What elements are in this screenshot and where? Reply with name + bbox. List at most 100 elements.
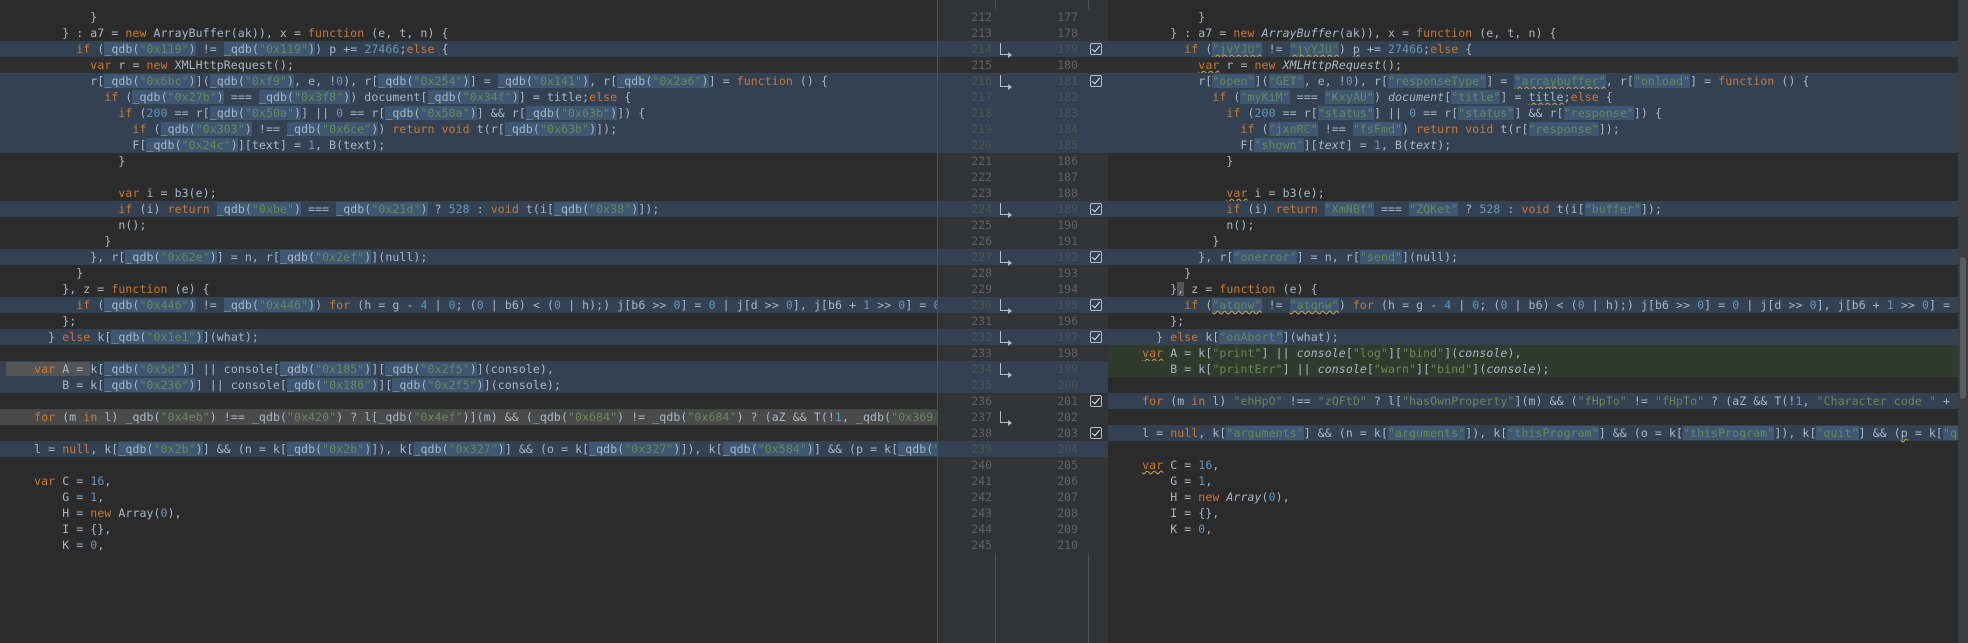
accept-change-checkbox-icon[interactable]	[1090, 203, 1102, 215]
right-code-line[interactable]: }, z = function (e) {	[1108, 281, 1968, 297]
right-code-line[interactable]: if ("jvYJU" != "jvYJU") p += 27466;else …	[1108, 41, 1968, 57]
vertical-scrollbar[interactable]	[1958, 0, 1968, 643]
line-number-right: 187	[1057, 170, 1078, 184]
line-number-left: 214	[971, 42, 992, 56]
merge-arrow-icon[interactable]	[1000, 411, 1012, 426]
merge-arrow-icon[interactable]	[1000, 203, 1012, 218]
left-code-line[interactable]: }	[0, 233, 938, 249]
left-code-line[interactable]: }	[0, 153, 938, 169]
right-code-line[interactable]: G = 1,	[1108, 473, 1968, 489]
right-code-pane[interactable]: } } : a7 = new ArrayBuffer(ak)), x = fun…	[1108, 0, 1968, 643]
left-code-line[interactable]: }, r[_qdb("0x62e")] = n, r[_qdb("0x2ef")…	[0, 249, 938, 265]
right-code-line[interactable]: var C = 16,	[1108, 457, 1968, 473]
right-code-line[interactable]: }	[1108, 9, 1968, 25]
left-code-line[interactable]: if (i) return _qdb("0xbe") === _qdb("0x2…	[0, 201, 938, 217]
right-code-line[interactable]: if ("myKiM" === "KxyAU") document["title…	[1108, 89, 1968, 105]
left-code-line[interactable]: if (_qdb("0x446") != _qdb("0x446")) for …	[0, 297, 938, 313]
left-code-line[interactable]: F[_qdb("0x24c")][text] = 1, B(text);	[0, 137, 938, 153]
left-code-line[interactable]: K = 0,	[0, 537, 938, 553]
right-code-line[interactable]: I = {},	[1108, 505, 1968, 521]
right-code-line[interactable]: }	[1108, 153, 1968, 169]
right-code-line[interactable]: var r = new XMLHttpRequest();	[1108, 57, 1968, 73]
left-code-line[interactable]: if (200 == r[_qdb("0x50a")] || 0 == r[_q…	[0, 105, 938, 121]
left-code-line[interactable]: r[_qdb("0x6bc")](_qdb("0xf9"), e, !0), r…	[0, 73, 938, 89]
left-code-line[interactable]: I = {},	[0, 521, 938, 537]
left-code-line[interactable]: }	[0, 265, 938, 281]
right-code-line[interactable]: for (m in l) "ehHpO" !== "zQFtD" ? l["ha…	[1108, 393, 1968, 409]
line-number-left: 213	[971, 26, 992, 40]
accept-change-checkbox-icon[interactable]	[1090, 299, 1102, 311]
left-code-line[interactable]: if (_qdb("0x303") !== _qdb("0x6ce")) ret…	[0, 121, 938, 137]
right-code-line[interactable]: } else k["onAbort"](what);	[1108, 329, 1968, 345]
right-code-line[interactable]: if ("atqnw" != "atqnw") for (h = g - 4 |…	[1108, 297, 1968, 313]
right-code-line[interactable]: if (200 == r["status"] || 0 == r["status…	[1108, 105, 1968, 121]
accept-change-checkbox-icon[interactable]	[1090, 43, 1102, 55]
right-code-line[interactable]	[1108, 377, 1968, 393]
left-code-line[interactable]: B = k[_qdb("0x236")] || console[_qdb("0x…	[0, 377, 938, 393]
right-code-line[interactable]: } : a7 = new ArrayBuffer(ak)), x = funct…	[1108, 25, 1968, 41]
merge-arrow-icon[interactable]	[1000, 251, 1012, 266]
left-code-line[interactable]: var r = new XMLHttpRequest();	[0, 57, 938, 73]
right-code-line[interactable]: }	[1108, 233, 1968, 249]
right-code-line[interactable]: }, r["onerror"] = n, r["send"](null);	[1108, 249, 1968, 265]
left-code-line[interactable]: var A = k[_qdb("0x5d")] || console[_qdb(…	[0, 361, 938, 377]
merge-arrow-icon[interactable]	[1000, 299, 1012, 314]
right-code-line[interactable]: n();	[1108, 217, 1968, 233]
left-code-line[interactable]	[0, 457, 938, 473]
merge-arrow-icon[interactable]	[1000, 331, 1012, 346]
left-code-line[interactable]: var i = b3(e);	[0, 185, 938, 201]
right-code-line[interactable]	[1108, 169, 1968, 185]
line-number-right: 185	[1057, 138, 1078, 152]
accept-change-checkbox-icon[interactable]	[1090, 427, 1102, 439]
right-code-line[interactable]: var A = k["print"] || console["log"]["bi…	[1108, 345, 1968, 361]
left-code-line[interactable]	[0, 425, 938, 441]
line-number-right: 201	[1057, 394, 1078, 408]
left-code-line[interactable]: }	[0, 9, 938, 25]
left-code-pane[interactable]: } } : a7 = new ArrayBuffer(ak)), x = fun…	[0, 0, 938, 643]
left-code-line[interactable]	[0, 345, 938, 361]
right-code-line[interactable]: K = 0,	[1108, 521, 1968, 537]
right-code-line[interactable]	[1108, 409, 1968, 425]
line-number-left: 242	[971, 490, 992, 504]
line-number-right: 194	[1057, 282, 1078, 296]
line-number-right: 193	[1057, 266, 1078, 280]
left-code-line[interactable]: };	[0, 313, 938, 329]
right-code-line[interactable]: l = null, k["arguments"] && (n = k["argu…	[1108, 425, 1968, 441]
line-number-right: 183	[1057, 106, 1078, 120]
right-code-line[interactable]: }	[1108, 265, 1968, 281]
right-code-line[interactable]: var i = b3(e);	[1108, 185, 1968, 201]
left-code-line[interactable]: } else k[_qdb("0x1e1")](what);	[0, 329, 938, 345]
line-number-left: 239	[971, 442, 992, 456]
line-number-right: 180	[1057, 58, 1078, 72]
right-code-line[interactable]: H = new Array(0),	[1108, 489, 1968, 505]
left-code-line[interactable]	[0, 169, 938, 185]
left-code-line[interactable]: G = 1,	[0, 489, 938, 505]
accept-change-checkbox-icon[interactable]	[1090, 75, 1102, 87]
left-code-line[interactable]	[0, 393, 938, 409]
left-code-line[interactable]: l = null, k[_qdb("0x2b")] && (n = k[_qdb…	[0, 441, 938, 457]
left-code-line[interactable]: var C = 16,	[0, 473, 938, 489]
vertical-scrollbar-thumb[interactable]	[1960, 257, 1966, 399]
left-code-line[interactable]: n();	[0, 217, 938, 233]
right-code-line[interactable]: B = k["printErr"] || console["warn"]["bi…	[1108, 361, 1968, 377]
left-code-line[interactable]: }, z = function (e) {	[0, 281, 938, 297]
accept-change-checkbox-icon[interactable]	[1090, 251, 1102, 263]
left-code-line[interactable]: for (m in l) _qdb("0x4eb") !== _qdb("0x4…	[0, 409, 938, 425]
right-code-line[interactable]: };	[1108, 313, 1968, 329]
accept-change-checkbox-icon[interactable]	[1090, 331, 1102, 343]
diff-gutter[interactable]: 212 213 214 215 216 217 218 219 220 221 222 223 224 2…	[938, 0, 1108, 643]
left-code-line[interactable]: } : a7 = new ArrayBuffer(ak)), x = funct…	[0, 25, 938, 41]
right-code-line[interactable]	[1108, 441, 1968, 457]
left-code-line[interactable]: if (_qdb("0x27b") === _qdb("0x3f8")) doc…	[0, 89, 938, 105]
right-code-line[interactable]: F["shown"][text] = 1, B(text);	[1108, 137, 1968, 153]
merge-arrow-icon[interactable]	[1000, 43, 1012, 58]
right-code-line[interactable]: if (i) return "XmNBf" === "ZQKet" ? 528 …	[1108, 201, 1968, 217]
left-code-line[interactable]: if (_qdb("0x119") != _qdb("0x119")) p +=…	[0, 41, 938, 57]
merge-arrow-icon[interactable]	[1000, 75, 1012, 90]
line-number-right: 188	[1057, 186, 1078, 200]
merge-arrow-icon[interactable]	[1000, 363, 1012, 378]
right-code-line[interactable]: r["open"]("GET", e, !0), r["responseType…	[1108, 73, 1968, 89]
right-code-line[interactable]: if ("jxnRC" !== "fsFmd") return void t(r…	[1108, 121, 1968, 137]
left-code-line[interactable]: H = new Array(0),	[0, 505, 938, 521]
accept-change-checkbox-icon[interactable]	[1090, 395, 1102, 407]
